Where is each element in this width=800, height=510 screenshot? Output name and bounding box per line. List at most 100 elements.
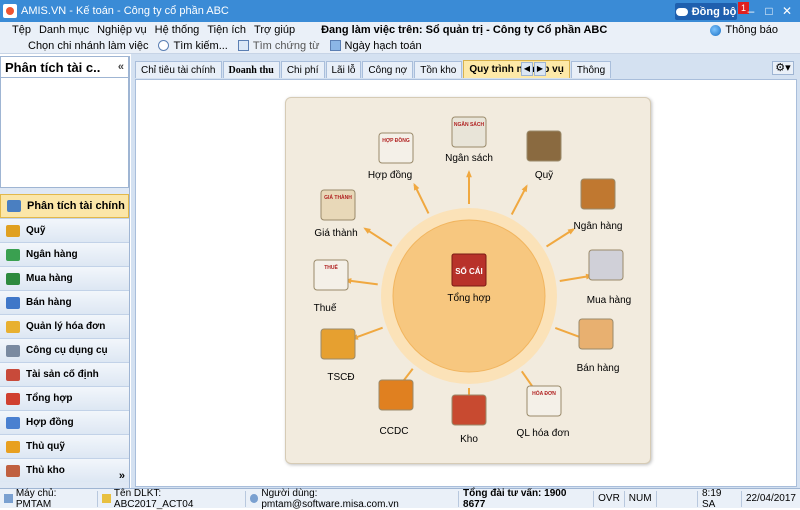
app-logo-icon xyxy=(3,4,17,18)
menu-operations[interactable]: Nghiệp vụ xyxy=(93,24,151,36)
node-label[interactable]: Bán hàng xyxy=(577,363,620,374)
sync-button[interactable]: Đồng bộ xyxy=(675,3,737,20)
nav-item-label: Thủ quỹ xyxy=(26,441,65,452)
bank-icon xyxy=(580,178,616,210)
tab[interactable]: Chi phí xyxy=(280,61,325,78)
icon-tag: NGÂN SÁCH xyxy=(454,121,485,128)
nav-item-label: Mua hàng xyxy=(26,273,73,284)
node-label[interactable]: Giá thành xyxy=(314,228,357,239)
tab[interactable]: Lãi lỗ xyxy=(325,61,362,78)
module-icon xyxy=(7,200,21,212)
server-icon xyxy=(4,494,13,503)
icon-tag: HỢP ĐỒNG xyxy=(382,137,410,144)
posting-date-label: Ngày hạch toán xyxy=(344,39,422,52)
nav-item[interactable]: Phân tích tài chính xyxy=(0,194,129,218)
hotline-status: Tổng đài tư vấn: 1900 8677 xyxy=(459,488,595,510)
module-icon xyxy=(6,272,20,285)
node-label[interactable]: Thuế xyxy=(314,303,337,314)
close-icon[interactable]: ✕ xyxy=(780,4,794,18)
menu-file[interactable]: Tệp xyxy=(8,24,35,36)
menu-system[interactable]: Hệ thống xyxy=(151,24,204,36)
node-label[interactable]: CCDC xyxy=(380,426,409,437)
date-status: 22/04/2017 xyxy=(745,493,796,504)
process-diagram-panel: NGÂN SÁCH HÓA ĐƠN THUẾ GIÁ THÀNH HỢP ĐỒNG SỔ … xyxy=(285,97,651,464)
tab-scroll-left-icon[interactable]: ◀ xyxy=(521,62,533,76)
sale-icon-shape xyxy=(578,318,614,350)
maximize-icon[interactable]: □ xyxy=(762,4,776,18)
menu-bar: Tệp Danh mục Nghiệp vụ Hệ thống Tiện ích… xyxy=(0,22,800,38)
module-icon xyxy=(6,368,20,381)
node-label[interactable]: Ngân sách xyxy=(445,153,493,164)
menu-utilities[interactable]: Tiện ích xyxy=(203,24,250,36)
module-icon xyxy=(6,440,20,453)
nav-item[interactable]: Quỹ xyxy=(0,218,129,242)
db-status: Tên DLKT: ABC2017_ACT04 xyxy=(98,487,246,510)
find-voucher-button[interactable]: Tìm chứng từ xyxy=(232,40,324,52)
tab[interactable]: Công nợ xyxy=(362,61,414,78)
safe-icon xyxy=(526,130,562,162)
node-label[interactable]: Ngân hàng xyxy=(574,221,623,232)
search-icon xyxy=(158,40,170,51)
num-status: NUM xyxy=(625,490,657,507)
tab[interactable]: Quy trình nghiệp vụ xyxy=(463,60,570,78)
tools-icon xyxy=(378,379,414,411)
menu-catalog[interactable]: Danh mục xyxy=(35,24,93,36)
user-label: Người dùng: pmtam@software.misa.com.vn xyxy=(261,487,399,510)
tab[interactable]: Doanh thu xyxy=(222,61,280,78)
nav-item-label: Tổng hợp xyxy=(26,393,73,404)
nav-item-label: Tài sản cố định xyxy=(26,369,99,380)
db-label: Tên DLKT: ABC2017_ACT04 xyxy=(113,487,194,510)
safe-icon-shape xyxy=(526,130,562,162)
module-icon xyxy=(6,392,20,405)
nav-more-icon[interactable]: » xyxy=(119,470,125,482)
search-button[interactable]: Tìm kiếm... xyxy=(152,40,231,52)
module-icon xyxy=(6,416,20,429)
node-label[interactable]: Quỹ xyxy=(535,170,553,181)
menu-help[interactable]: Trợ giúp xyxy=(250,24,299,36)
nav-item[interactable]: Thủ quỹ xyxy=(0,434,129,458)
node-label[interactable]: TSCĐ xyxy=(327,372,354,383)
tab[interactable]: Tồn kho xyxy=(414,61,463,78)
content-canvas: NGÂN SÁCH HÓA ĐƠN THUẾ GIÁ THÀNH HỢP ĐỒNG SỔ … xyxy=(135,79,797,487)
choose-branch-button[interactable]: Chọn chi nhánh làm việc xyxy=(22,40,152,52)
node-label[interactable]: Hợp đồng xyxy=(368,170,412,181)
nav-item[interactable]: Ngân hàng xyxy=(0,242,129,266)
cart-icon xyxy=(588,249,624,281)
nav-item[interactable]: Bán hàng xyxy=(0,290,129,314)
warehouse-icon xyxy=(451,394,487,426)
status-bar: Máy chủ: PMTAM Tên DLKT: ABC2017_ACT04 N… xyxy=(0,487,800,510)
tab-scroll-right-icon[interactable]: ▶ xyxy=(534,62,546,76)
warehouse-icon-shape xyxy=(451,394,487,426)
node-label[interactable]: QL hóa đơn xyxy=(517,428,570,439)
nav-item-label: Quản lý hóa đơn xyxy=(26,321,106,332)
module-nav: Phân tích tài chính Quỹ Ngân hàng Mua hàng B… xyxy=(0,194,129,482)
minimize-icon[interactable]: – xyxy=(744,4,758,18)
ovr-status: OVR xyxy=(594,490,625,507)
icon-tag: GIÁ THÀNH xyxy=(324,194,352,201)
left-panel-title: Phân tích tài c.. xyxy=(5,59,101,75)
nav-item[interactable]: Tài sản cố định xyxy=(0,362,129,386)
time-status: 8:19 SA xyxy=(698,488,742,510)
notification-button[interactable]: Thông báo xyxy=(710,24,778,36)
nav-item[interactable]: Mua hàng xyxy=(0,266,129,290)
nav-item[interactable]: Quản lý hóa đơn xyxy=(0,314,129,338)
nav-item[interactable]: Công cụ dụng cụ xyxy=(0,338,129,362)
posting-date-button[interactable]: Ngày hạch toán xyxy=(324,40,426,52)
gear-icon[interactable]: ⚙▾ xyxy=(772,61,794,75)
nav-item[interactable]: Tổng hợp xyxy=(0,386,129,410)
tab[interactable]: Thông xyxy=(570,61,612,78)
node-label[interactable]: Kho xyxy=(460,434,478,445)
nav-item-label: Hợp đồng xyxy=(26,417,74,428)
globe-icon xyxy=(710,24,722,36)
arrow-head xyxy=(466,170,472,178)
node-label[interactable]: Mua hàng xyxy=(587,295,631,306)
nav-item[interactable]: Hợp đồng xyxy=(0,410,129,434)
tax-icon: THUẾ xyxy=(313,259,349,291)
nav-item[interactable]: Thủ kho xyxy=(0,458,129,482)
tools-icon-shape xyxy=(378,379,414,411)
collapse-icon[interactable]: « xyxy=(118,61,124,73)
cart-icon-shape xyxy=(588,249,624,281)
tab[interactable]: Chỉ tiêu tài chính xyxy=(135,61,222,78)
module-icon xyxy=(6,464,20,477)
module-icon xyxy=(6,320,20,333)
